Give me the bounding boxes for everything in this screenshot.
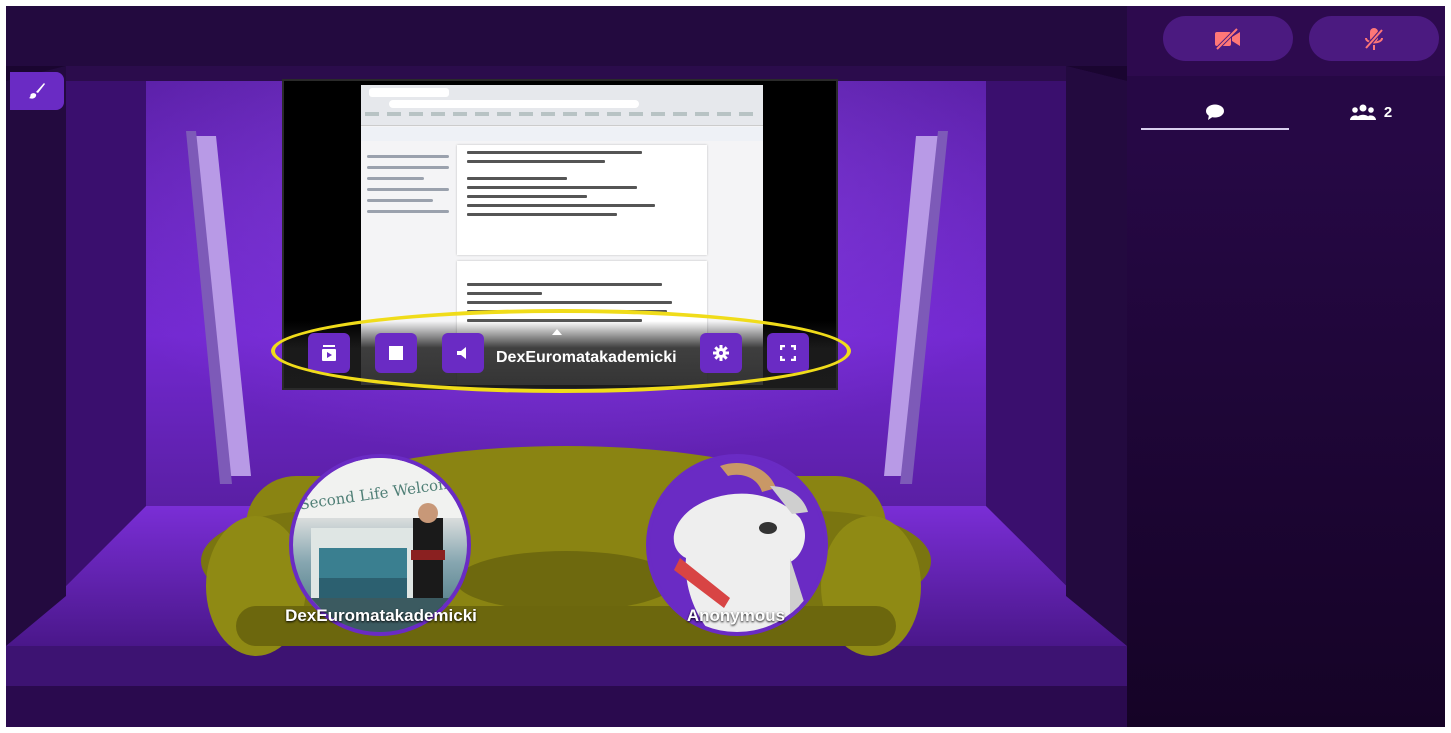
participant-count: 2 — [1383, 103, 1393, 121]
settings-button[interactable] — [700, 333, 742, 373]
tab-participants[interactable]: 2 — [1297, 92, 1445, 132]
fullscreen-icon — [780, 345, 796, 361]
participant-name-label: Anonymous — [686, 606, 786, 625]
sidebar-tabs: 2 — [1127, 76, 1445, 146]
play-queue-icon — [322, 345, 336, 361]
camera-toggle-button[interactable] — [1163, 16, 1293, 61]
paint-brush-button[interactable] — [10, 72, 64, 110]
active-tab-indicator — [1141, 128, 1289, 130]
participant-name-label: DexEuromatakademicki — [285, 606, 477, 625]
play-queue-button[interactable] — [308, 333, 350, 373]
microphone-muted-icon — [1364, 27, 1384, 50]
gear-icon — [713, 345, 729, 361]
chat-panel — [1127, 146, 1445, 727]
media-controls — [1127, 6, 1445, 76]
camera-off-icon — [1215, 27, 1240, 50]
fullscreen-button[interactable] — [767, 333, 809, 373]
tab-chat[interactable] — [1141, 92, 1289, 132]
sidebar-panel: 2 — [1127, 6, 1445, 727]
app-window: DexEuromatakademicki Second Life Welcome… — [6, 6, 1445, 727]
screen-presenter-name: DexEuromatakademicki — [496, 349, 677, 366]
stop-icon — [389, 346, 403, 360]
users-icon — [1349, 104, 1376, 120]
shared-screen[interactable]: DexEuromatakademicki — [282, 79, 838, 390]
caret-up-icon — [552, 329, 562, 335]
chat-bubble-icon — [1206, 104, 1224, 120]
speaker-icon — [457, 347, 466, 359]
room-scene: DexEuromatakademicki Second Life Welcome… — [6, 6, 1127, 727]
stop-button[interactable] — [375, 333, 417, 373]
microphone-toggle-button[interactable] — [1309, 16, 1439, 61]
paint-brush-icon — [29, 83, 45, 99]
volume-button[interactable] — [442, 333, 484, 373]
